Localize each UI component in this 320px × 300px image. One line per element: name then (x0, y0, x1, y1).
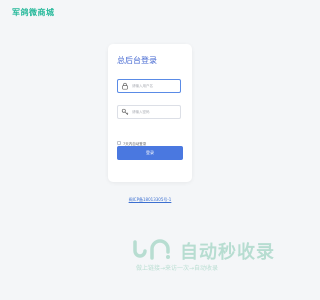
lock-icon (122, 82, 128, 90)
watermark-subtitle: 做上链接→来访一次→自动收录 (136, 265, 219, 272)
password-field[interactable] (117, 105, 181, 119)
key-icon (121, 108, 129, 116)
remember-checkbox[interactable] (117, 141, 121, 145)
login-card: 总后台登录 7天内自动登录 登录 (108, 44, 192, 182)
icp-link[interactable]: 闽ICP备18013305号-1 (0, 197, 300, 203)
username-field[interactable] (117, 79, 181, 93)
watermark-title: 自动秒收录 (180, 242, 275, 263)
username-input[interactable] (132, 81, 178, 91)
login-button[interactable]: 登录 (117, 146, 183, 160)
login-page: 军鸽微商城 总后台登录 7天内自动登录 登录 闽ICP备18013305号-1 (0, 0, 300, 300)
login-title: 总后台登录 (117, 56, 157, 65)
brand-logo-text[interactable]: 军鸽微商城 (12, 7, 55, 18)
watermark: 自动秒收录 做上链接→来访一次→自动收录 (132, 236, 284, 276)
watermark-logo-icon (133, 239, 170, 260)
password-input[interactable] (132, 107, 178, 117)
